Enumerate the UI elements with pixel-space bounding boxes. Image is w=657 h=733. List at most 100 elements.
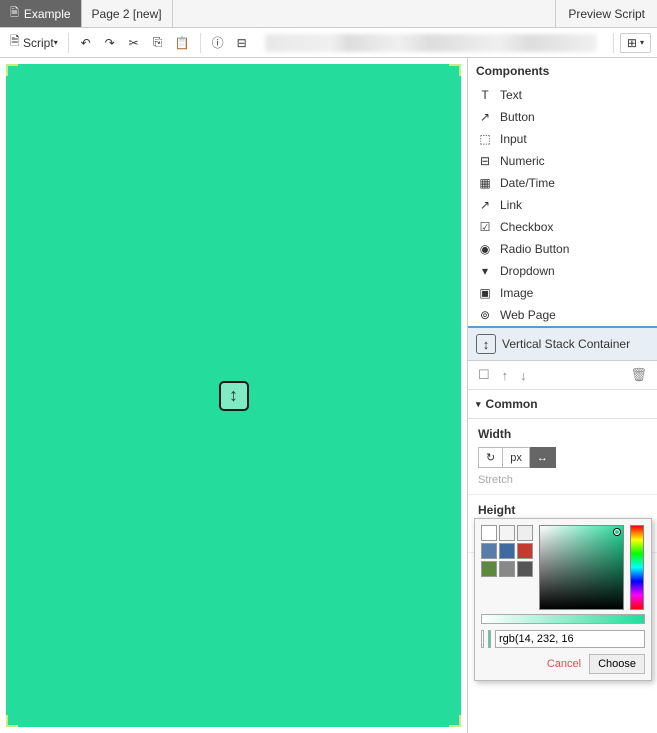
component-icon: ◉ [478, 242, 492, 256]
selected-element-bar: ↕ Vertical Stack Container [468, 326, 657, 361]
preset-colors [481, 525, 533, 610]
selected-label: Vertical Stack Container [502, 337, 630, 351]
preset-color[interactable] [499, 561, 515, 577]
color-cancel-button[interactable]: Cancel [547, 658, 581, 670]
page-icon: 🗎 [10, 32, 20, 53]
width-mode-group: ↻ px ↔ [478, 447, 647, 468]
component-item-numeric[interactable]: ⊟ Numeric [468, 150, 657, 172]
preset-color[interactable] [481, 525, 497, 541]
component-item-link[interactable]: ↗Link [468, 194, 657, 216]
copy-button[interactable]: ⎘ [147, 32, 169, 54]
common-section-header[interactable]: ▾ Common [468, 390, 657, 419]
height-label: Height [478, 503, 647, 517]
select-parent-button[interactable]: ☐ [478, 367, 490, 383]
page-canvas[interactable]: ↕ [6, 64, 461, 727]
stack-icon: ↕ [229, 385, 238, 406]
preview-label: Preview Script [568, 7, 645, 21]
color-picker-popup: Cancel Choose [474, 518, 652, 681]
caret-down-icon: ▾ [476, 399, 481, 410]
sv-cursor [614, 529, 620, 535]
info-button[interactable]: ⓘ [207, 32, 229, 54]
alpha-slider[interactable] [481, 614, 645, 624]
element-actions: ☐ ↑ ↓ 🗑 [468, 361, 657, 390]
selection-corner [449, 715, 461, 727]
preset-color[interactable] [517, 561, 533, 577]
component-label: Dropdown [500, 264, 555, 278]
width-reset[interactable]: ↻ [478, 447, 503, 468]
component-icon: ⬚ [478, 132, 492, 146]
component-label: Checkbox [500, 220, 553, 234]
component-icon: ▣ [478, 286, 492, 300]
caret-down-icon: ▾ [640, 38, 644, 47]
tab-example[interactable]: 🗎 Example [0, 0, 82, 27]
width-hint: Stretch [478, 474, 647, 486]
delete-button[interactable]: 🗑 [630, 367, 647, 383]
script-label: Script [23, 36, 54, 50]
component-label: Button [500, 110, 535, 124]
current-color-swatch [488, 630, 491, 648]
component-item-web-page[interactable]: ⊚ Web Page [468, 304, 657, 326]
component-icon: ⊚ [478, 308, 492, 322]
component-item-text[interactable]: T Text [468, 84, 657, 106]
component-item-button[interactable]: ↗ Button [468, 106, 657, 128]
hue-slider[interactable] [630, 525, 644, 610]
vertical-stack-widget[interactable]: ↕ [219, 381, 249, 411]
components-list: T Text ↗ Button ⬚ Input ⊟ Numeric ▦ Date/Time ↗Lin… [468, 84, 657, 326]
collapse-button[interactable]: ⊟ [231, 32, 253, 54]
blurred-toolbar-region [265, 34, 597, 52]
preset-color[interactable] [481, 543, 497, 559]
previous-color-swatch [481, 630, 484, 648]
components-title: Components [468, 58, 657, 84]
page-icon: 🗎 [10, 4, 19, 23]
component-label: Text [500, 88, 522, 102]
redo-button[interactable]: ↷ [99, 32, 121, 54]
preset-color[interactable] [517, 543, 533, 559]
component-icon: ↗ [478, 198, 492, 212]
tab-page2[interactable]: Page 2 [new] [82, 0, 173, 27]
move-up-button[interactable]: ↑ [502, 368, 509, 383]
cut-button[interactable]: ✂ [123, 32, 145, 54]
component-item-image[interactable]: ▣Image [468, 282, 657, 304]
component-item-dropdown[interactable]: ▾Dropdown [468, 260, 657, 282]
component-item-radio-button[interactable]: ◉ Radio Button [468, 238, 657, 260]
component-icon: ↗ [478, 110, 492, 124]
common-label: Common [486, 397, 538, 411]
preset-color[interactable] [499, 525, 515, 541]
color-choose-button[interactable]: Choose [589, 654, 645, 674]
side-panel: Components T Text ↗ Button ⬚ Input ⊟ Numeric ▦ Da… [467, 58, 657, 733]
selection-corner [6, 715, 18, 727]
component-label: Numeric [500, 154, 545, 168]
saturation-value-picker[interactable] [539, 525, 624, 610]
top-tab-bar: 🗎 Example Page 2 [new] Preview Script [0, 0, 657, 28]
selection-corner [449, 64, 461, 76]
component-label: Radio Button [500, 242, 569, 256]
component-label: Web Page [500, 308, 556, 322]
component-icon: T [478, 88, 492, 102]
width-property: Width ↻ px ↔ Stretch [468, 419, 657, 495]
component-item-date-time[interactable]: ▦ Date/Time [468, 172, 657, 194]
component-icon: ☑ [478, 220, 492, 234]
width-stretch[interactable]: ↔ [530, 447, 556, 468]
component-item-input[interactable]: ⬚ Input [468, 128, 657, 150]
toolbar: 🗎 Script ▾ ↶ ↷ ✂ ⎘ 📋 ⓘ ⊟ ⊞ ▾ [0, 28, 657, 58]
preview-script-button[interactable]: Preview Script [555, 0, 657, 27]
script-dropdown[interactable]: 🗎 Script ▾ [6, 32, 62, 54]
color-value-input[interactable] [495, 630, 645, 648]
canvas-area[interactable]: ↕ [0, 58, 467, 733]
layout-dropdown[interactable]: ⊞ ▾ [620, 33, 651, 53]
component-label: Date/Time [500, 176, 555, 190]
component-item-checkbox[interactable]: ☑ Checkbox [468, 216, 657, 238]
width-px[interactable]: px [503, 447, 530, 468]
tab-label: Page 2 [new] [92, 7, 162, 21]
preset-color[interactable] [517, 525, 533, 541]
component-icon: ▦ [478, 176, 492, 190]
component-label: Input [500, 132, 527, 146]
tab-label: Example [24, 7, 71, 21]
caret-down-icon: ▾ [54, 38, 58, 47]
undo-button[interactable]: ↶ [75, 32, 97, 54]
preset-color[interactable] [499, 543, 515, 559]
move-down-button[interactable]: ↓ [520, 368, 527, 383]
component-icon: ⊟ [478, 154, 492, 168]
preset-color[interactable] [481, 561, 497, 577]
paste-button[interactable]: 📋 [171, 32, 194, 54]
